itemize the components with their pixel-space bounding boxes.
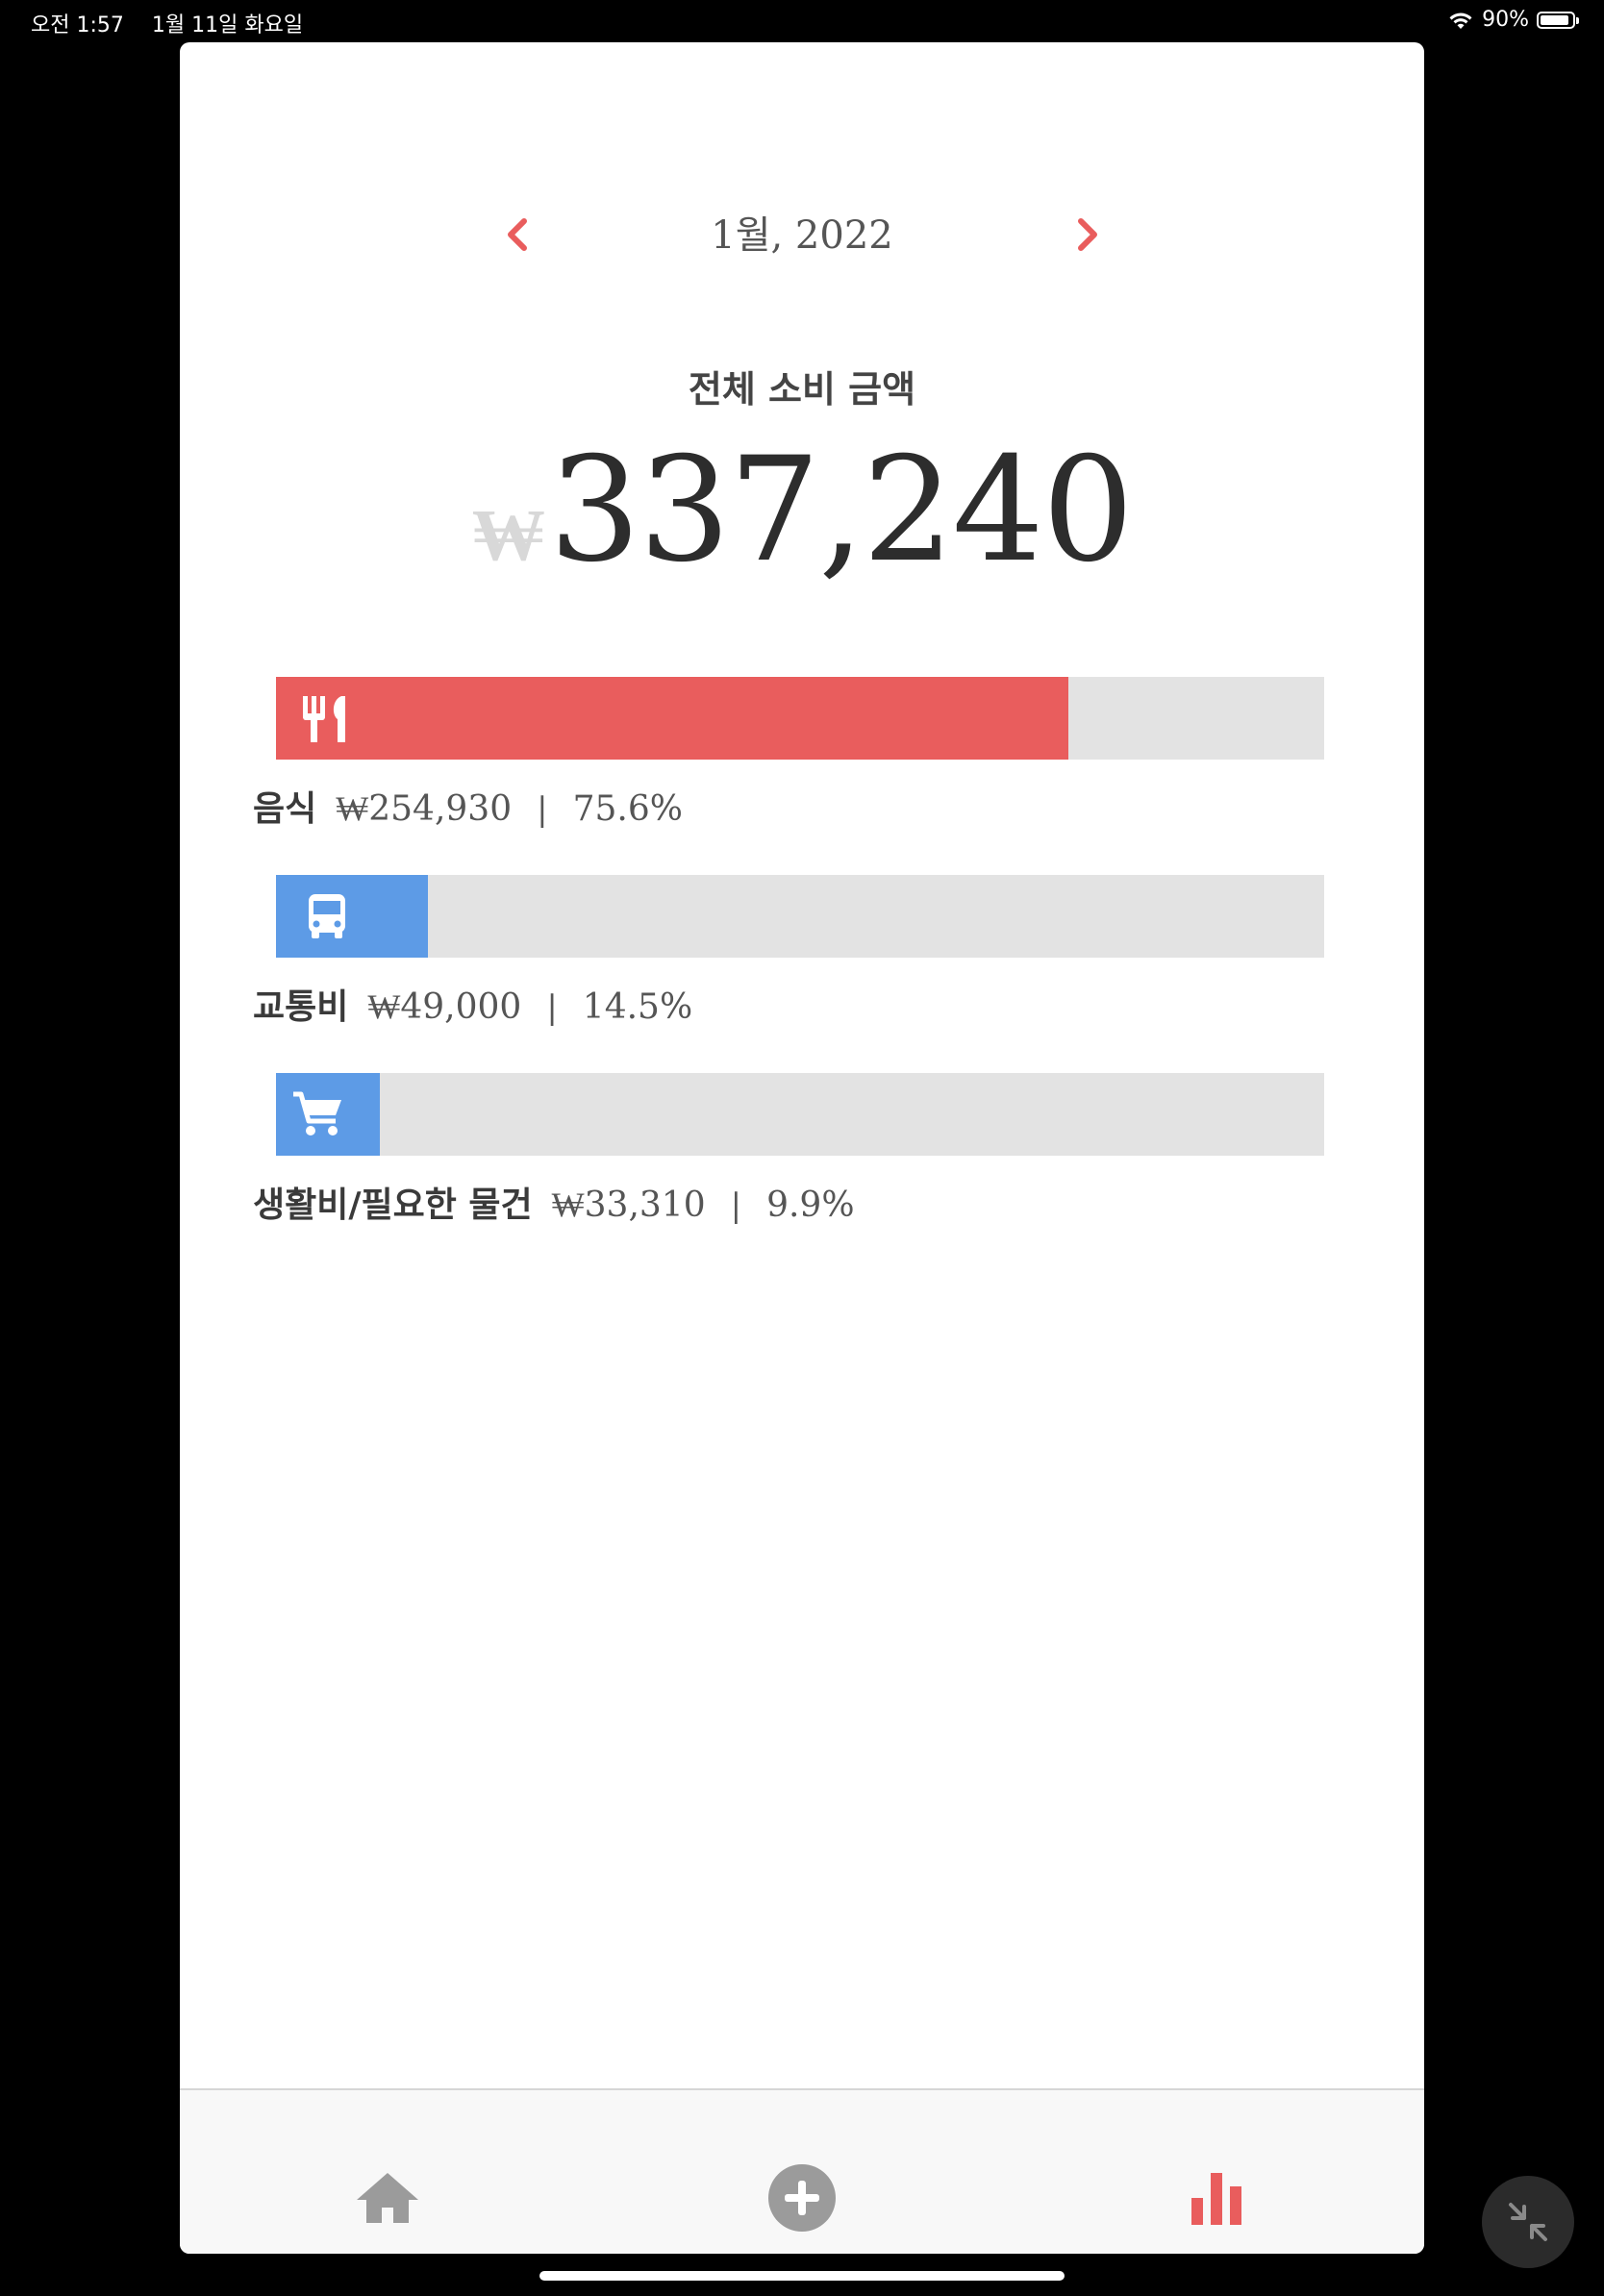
battery-icon [1537, 11, 1579, 29]
category-bar-track [276, 1073, 1324, 1156]
status-left: 오전 1:57 1월 11일 화요일 [31, 8, 303, 38]
home-indicator[interactable] [539, 2271, 1065, 2281]
bar-chart-icon [1191, 2173, 1241, 2225]
wifi-icon [1449, 12, 1472, 29]
category-amount: ₩33,310 [551, 1185, 706, 1225]
category-bar-track [276, 875, 1324, 958]
total-amount-value: 337,240 [548, 427, 1134, 594]
tab-add[interactable] [764, 2159, 840, 2236]
status-bar: 오전 1:57 1월 11일 화요일 90% [0, 0, 1604, 42]
total-spending-amount: ₩337,240 [180, 427, 1424, 594]
category-percent: 14.5% [582, 987, 693, 1027]
add-circle-icon [768, 2164, 836, 2232]
battery-level [1541, 14, 1568, 25]
currency-symbol: ₩ [471, 491, 545, 577]
utensils-icon [303, 696, 345, 742]
app-window: 1월, 2022 전체 소비 금액 ₩337,240 음식 ₩254,930 |… [180, 42, 1424, 2254]
category-separator: | [730, 1186, 742, 1225]
category-info: 음식 ₩254,930 | 75.6% [253, 781, 683, 831]
category-bar-fill [276, 1073, 380, 1156]
collapse-arrows-icon [1509, 2203, 1547, 2241]
month-label: 1월, 2022 [711, 213, 893, 258]
category-bar-fill [276, 677, 1069, 760]
chevron-right-icon [1078, 218, 1097, 251]
category-amount: ₩49,000 [367, 987, 522, 1027]
shopping-cart-icon [293, 1091, 341, 1136]
category-separator: | [537, 790, 548, 829]
minimize-button[interactable] [1482, 2176, 1574, 2268]
category-bar-track [276, 677, 1324, 760]
category-percent: 75.6% [572, 789, 683, 829]
status-date: 1월 11일 화요일 [151, 13, 304, 37]
category-amount: ₩254,930 [336, 789, 513, 829]
status-right: 90% [1447, 8, 1579, 32]
category-percent: 9.9% [766, 1185, 855, 1225]
tab-statistics[interactable] [1178, 2159, 1255, 2236]
battery-percent: 90% [1482, 8, 1529, 32]
category-info: 생활비/필요한 물건 ₩33,310 | 9.9% [253, 1177, 855, 1227]
category-name: 음식 [253, 789, 317, 829]
category-bar-fill [276, 875, 429, 958]
category-name: 생활비/필요한 물건 [253, 1185, 533, 1225]
tab-home[interactable] [349, 2159, 426, 2236]
bus-icon [309, 894, 345, 938]
status-time: 오전 1:57 [31, 13, 124, 37]
next-month-button[interactable] [1058, 206, 1115, 263]
total-spending-label: 전체 소비 금액 [688, 368, 916, 411]
category-name: 교통비 [253, 987, 349, 1027]
month-navigation: 1월, 2022 [180, 196, 1424, 273]
category-info: 교통비 ₩49,000 | 14.5% [253, 979, 692, 1029]
home-icon [357, 2173, 418, 2223]
tab-bar [180, 2088, 1424, 2254]
category-separator: | [546, 988, 558, 1027]
